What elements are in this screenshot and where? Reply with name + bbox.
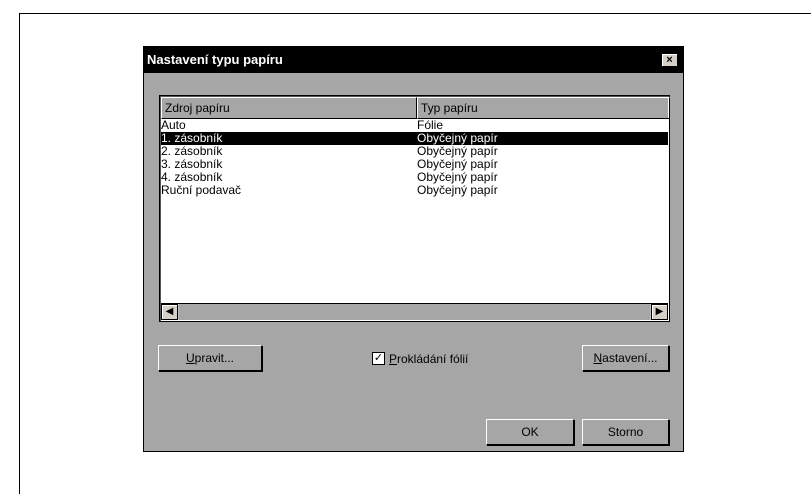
paper-source-list[interactable]: Zdroj papíru Typ papíru Auto Fólie 1. zá… (159, 95, 670, 322)
dialog-titlebar[interactable]: Nastavení typu papíru × (144, 47, 683, 73)
paper-type-settings-dialog: Nastavení typu papíru × Zdroj papíru Typ… (143, 46, 684, 452)
scrollbar-thumb[interactable] (179, 304, 650, 320)
paper-source-cell: Ruční podavač (161, 183, 242, 197)
settings-button-mnemonic: N (593, 351, 603, 365)
dialog-title: Nastavení typu papíru (147, 52, 283, 67)
edit-button-label: pravit... (194, 351, 235, 365)
paper-type-cell: Obyčejný papír (417, 183, 498, 197)
table-row[interactable]: 2. zásobník Obyčejný papír (161, 145, 668, 158)
horizontal-scrollbar[interactable]: ◀ ▶ (161, 303, 668, 320)
column-header-paper-source[interactable]: Zdroj papíru (161, 97, 417, 119)
list-body: Auto Fólie 1. zásobník Obyčejný papír 2.… (161, 119, 668, 197)
edit-button-mnemonic: U (185, 351, 195, 365)
table-row[interactable]: Auto Fólie (161, 119, 668, 132)
ok-button[interactable]: OK (486, 419, 574, 445)
close-icon[interactable]: × (661, 53, 678, 67)
table-row[interactable]: 1. zásobník Obyčejný papír (161, 132, 668, 145)
edit-button[interactable]: Upravit... (158, 345, 262, 371)
table-row[interactable]: Ruční podavač Obyčejný papír (161, 184, 668, 197)
column-header-paper-type[interactable]: Typ papíru (417, 97, 670, 119)
checkbox-label: Prokládání fólií (389, 352, 468, 366)
list-header: Zdroj papíru Typ papíru (161, 97, 670, 119)
interleave-transparencies-checkbox[interactable]: ✓ Prokládání fólií (372, 351, 468, 366)
checkbox-label-mnemonic: P (389, 351, 398, 366)
table-row[interactable]: 3. zásobník Obyčejný papír (161, 158, 668, 171)
scroll-right-icon[interactable]: ▶ (651, 304, 668, 320)
checkbox-mark-icon[interactable]: ✓ (372, 352, 385, 366)
scroll-left-icon[interactable]: ◀ (161, 304, 178, 320)
cancel-button[interactable]: Storno (582, 419, 669, 445)
settings-button-label: astavení... (602, 351, 658, 365)
checkbox-label-text: rokládání fólií (397, 351, 469, 366)
settings-button[interactable]: Nastavení... (582, 345, 669, 371)
